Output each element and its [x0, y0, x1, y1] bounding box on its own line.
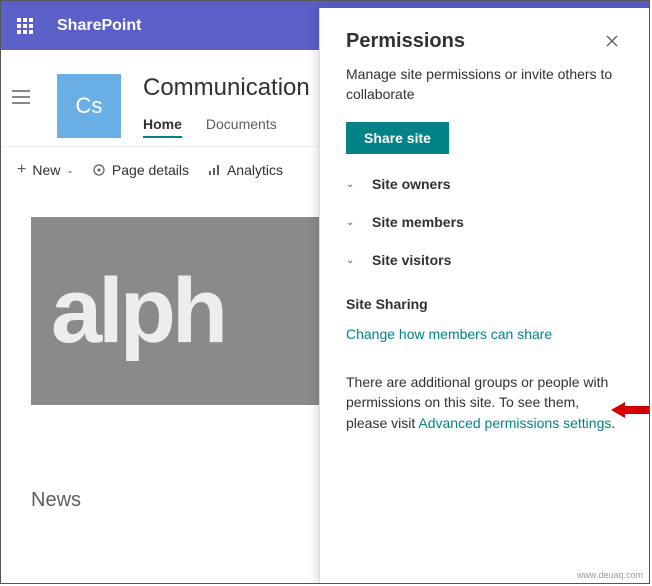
arrow-left-icon	[611, 400, 650, 420]
panel-subtitle: Manage site permissions or invite others…	[346, 65, 623, 104]
site-owners-label: Site owners	[372, 176, 451, 192]
chevron-down-icon: ⌄	[66, 165, 74, 176]
waffle-icon	[17, 18, 33, 34]
permissions-panel: Permissions Manage site permissions or i…	[319, 8, 649, 584]
panel-title: Permissions	[346, 30, 465, 53]
site-members-label: Site members	[372, 214, 464, 230]
menu-button[interactable]	[1, 70, 41, 104]
site-sharing-heading: Site Sharing	[346, 296, 623, 312]
tab-home[interactable]: Home	[143, 116, 182, 138]
tab-documents[interactable]: Documents	[206, 116, 277, 138]
page-details-button[interactable]: Page details	[86, 158, 195, 182]
chevron-down-icon: ⌄	[346, 217, 358, 228]
site-visitors-row[interactable]: ⌄ Site visitors	[346, 252, 623, 268]
app-brand: SharePoint	[57, 17, 141, 35]
new-label: New	[32, 162, 60, 178]
callout-arrow	[611, 400, 650, 425]
chevron-down-icon: ⌄	[346, 255, 358, 266]
watermark: www.deuaq.com	[577, 570, 643, 580]
advanced-permissions-link[interactable]: Advanced permissions settings	[418, 415, 611, 431]
advanced-text: There are additional groups or people wi…	[346, 372, 623, 433]
site-visitors-label: Site visitors	[372, 252, 451, 268]
site-owners-row[interactable]: ⌄ Site owners	[346, 176, 623, 192]
site-title: Communication	[143, 74, 310, 102]
close-button[interactable]	[601, 30, 623, 55]
hamburger-icon	[12, 90, 30, 104]
app-launcher-button[interactable]	[1, 1, 49, 50]
plus-icon: +	[17, 161, 26, 179]
new-button[interactable]: + New ⌄	[11, 157, 80, 183]
close-icon	[605, 34, 619, 48]
gear-icon	[92, 163, 106, 177]
analytics-button[interactable]: Analytics	[201, 158, 289, 182]
chart-icon	[207, 163, 221, 177]
page-details-label: Page details	[112, 162, 189, 178]
site-logo[interactable]: Cs	[57, 74, 121, 138]
banner-text: alph	[51, 259, 224, 364]
site-members-row[interactable]: ⌄ Site members	[346, 214, 623, 230]
site-tabs: Home Documents	[143, 116, 310, 146]
change-sharing-link[interactable]: Change how members can share	[346, 326, 623, 342]
share-site-button[interactable]: Share site	[346, 122, 449, 154]
analytics-label: Analytics	[227, 162, 283, 178]
chevron-down-icon: ⌄	[346, 179, 358, 190]
